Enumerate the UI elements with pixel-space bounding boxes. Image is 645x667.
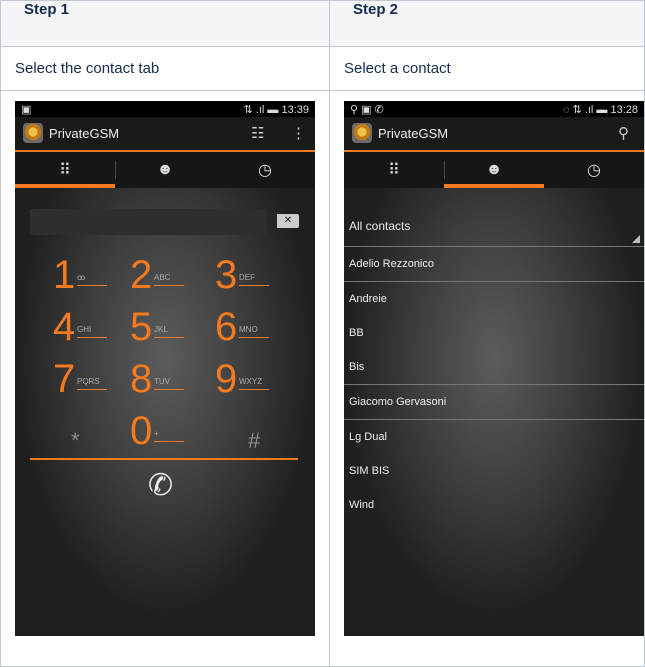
phone-screen-contacts: ⚲ ▣ ✆ ◌ ⇅ .ıl ▬ 13:28 PrivateGSM ⚲ ⠿ ☻ ◷…	[344, 101, 644, 636]
contacts-filter-dropdown[interactable]: All contacts	[344, 208, 644, 247]
key-5[interactable]: 5 JKL	[130, 305, 210, 355]
app-logo-icon	[352, 123, 372, 143]
contact-item[interactable]: Bis	[344, 350, 644, 385]
key-underline	[77, 337, 107, 338]
key-underline	[77, 285, 107, 286]
status-icons-right: ◌ ⇅ .ıl ▬ 13:28	[562, 104, 638, 116]
key-9[interactable]: 9 WXYZ	[215, 357, 295, 407]
key-underline	[77, 389, 107, 390]
contacts-icon: ☻	[156, 161, 174, 178]
contact-item[interactable]: Adelio Rezzonico	[344, 247, 644, 282]
step1-screenshot-cell: ▣ ⇅ .ıl ▬ 13:39 PrivateGSM ☷ ⋮ ⠿ ☻ ◷ ✕ 1…	[0, 90, 330, 667]
settings-icon[interactable]: ☷	[251, 124, 264, 142]
key-underline	[239, 285, 269, 286]
status-icons-right: ⇅ .ıl ▬ 13:39	[243, 104, 309, 116]
key-underline	[239, 337, 269, 338]
contact-item[interactable]: Lg Dual	[344, 420, 644, 454]
key-8[interactable]: 8 TUV	[130, 357, 210, 407]
overflow-menu-icon[interactable]: ⋮	[291, 124, 306, 142]
tab-divider	[444, 161, 445, 179]
key-1[interactable]: 1 ꝏ	[53, 253, 133, 303]
key-6[interactable]: 6 MNO	[215, 305, 295, 355]
dropdown-corner-icon	[632, 235, 640, 243]
step2-screenshot-cell: ⚲ ▣ ✆ ◌ ⇅ .ıl ▬ 13:28 PrivateGSM ⚲ ⠿ ☻ ◷…	[329, 90, 645, 667]
key-0[interactable]: 0 +	[130, 409, 210, 459]
key-underline	[154, 389, 184, 390]
clock-icon: ◷	[587, 162, 601, 179]
phone-screen-dialpad: ▣ ⇅ .ıl ▬ 13:39 PrivateGSM ☷ ⋮ ⠿ ☻ ◷ ✕ 1…	[15, 101, 315, 636]
dial-number-field[interactable]	[30, 209, 267, 235]
step2-header: Step 2	[329, 0, 645, 47]
voicemail-icon: ꝏ	[77, 273, 86, 282]
keypad-divider	[30, 458, 298, 460]
tab-dialpad[interactable]: ⠿	[15, 152, 115, 188]
action-bar: PrivateGSM ⚲	[344, 117, 644, 150]
action-bar: PrivateGSM ☷ ⋮	[15, 117, 315, 150]
contact-item[interactable]: Giacomo Gervasoni	[344, 385, 644, 420]
status-bar: ⚲ ▣ ✆ ◌ ⇅ .ıl ▬ 13:28	[344, 101, 644, 117]
contact-item[interactable]: SIM BIS	[344, 454, 644, 488]
steps-table: Step 1 Step 2 Select the contact tab Sel…	[0, 0, 645, 667]
contact-item[interactable]: BB	[344, 316, 644, 350]
step2-caption: Select a contact	[329, 46, 645, 91]
key-underline	[154, 337, 184, 338]
key-underline	[239, 389, 269, 390]
status-icons-left: ⚲ ▣ ✆	[350, 104, 384, 116]
tab-contacts[interactable]: ☻	[444, 152, 544, 188]
clock-icon: ◷	[258, 162, 272, 179]
tab-dialpad[interactable]: ⠿	[344, 152, 444, 188]
dialpad-icon: ⠿	[59, 162, 71, 179]
status-icons-left: ▣	[21, 104, 32, 116]
tab-bar: ⠿ ☻ ◷	[344, 152, 644, 188]
step1-header: Step 1	[0, 0, 330, 47]
tab-bar: ⠿ ☻ ◷	[15, 152, 315, 188]
status-bar: ▣ ⇅ .ıl ▬ 13:39	[15, 101, 315, 117]
key-3[interactable]: 3 DEF	[215, 253, 295, 303]
tab-history[interactable]: ◷	[544, 152, 644, 188]
key-hash[interactable]: #	[248, 409, 315, 459]
app-logo-icon	[23, 123, 43, 143]
contact-item[interactable]: Wind	[344, 488, 644, 522]
tab-contacts[interactable]: ☻	[115, 152, 215, 188]
tab-divider	[115, 161, 116, 179]
key-underline	[154, 285, 184, 286]
backspace-icon[interactable]: ✕	[277, 214, 299, 228]
key-7[interactable]: 7 PQRS	[53, 357, 133, 407]
contacts-icon: ☻	[485, 161, 503, 178]
key-4[interactable]: 4 GHI	[53, 305, 133, 355]
step1-caption: Select the contact tab	[0, 46, 330, 91]
key-underline	[154, 441, 184, 442]
phone-icon[interactable]: ✆	[148, 468, 173, 503]
dialpad-icon: ⠿	[388, 162, 400, 179]
search-icon[interactable]: ⚲	[618, 124, 629, 142]
app-title: PrivateGSM	[378, 126, 449, 141]
app-title: PrivateGSM	[49, 126, 120, 141]
contact-item[interactable]: Andreie	[344, 282, 644, 316]
tab-history[interactable]: ◷	[215, 152, 315, 188]
key-2[interactable]: 2 ABC	[130, 253, 210, 303]
